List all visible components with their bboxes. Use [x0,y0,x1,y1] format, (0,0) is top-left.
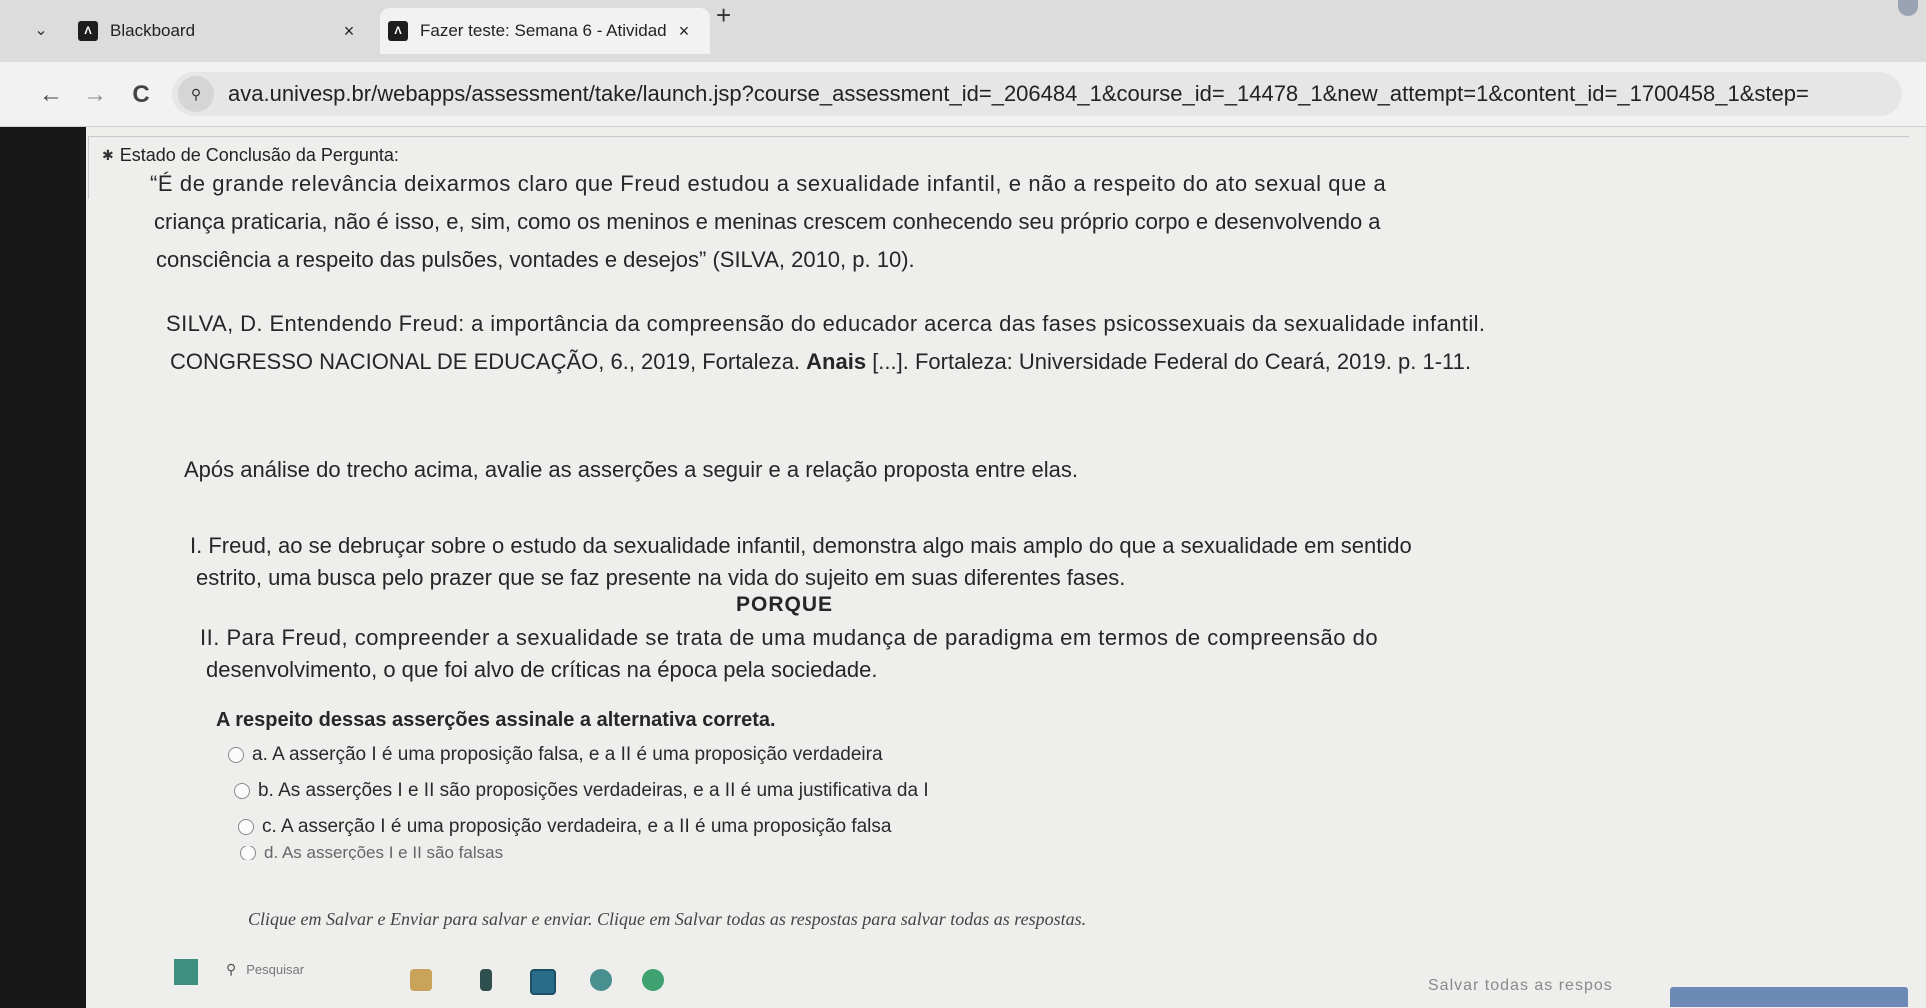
question-status: ✱ Estado de Conclusão da Pergunta: [102,145,399,166]
question-instruction: A respeito dessas asserções assinale a a… [216,709,776,731]
widgets-icon[interactable] [174,959,198,985]
quote-line: “É de grande relevância deixarmos claro … [150,171,1387,196]
search-icon: ⚲ [226,961,237,977]
url-text[interactable]: ava.univesp.br/webapps/assessment/take/l… [228,81,1809,107]
browser-toolbar: ← → C ⚲ ava.univesp.br/webapps/assessmen… [0,62,1926,127]
close-icon[interactable]: × [672,21,696,42]
reference-line: SILVA, D. Entendendo Freud: a importânci… [166,311,1486,336]
assertion-2-line: II. Para Freud, compreender a sexualidad… [200,625,1379,650]
question-intro: Após análise do trecho acima, avalie as … [184,457,1078,482]
taskbar-search[interactable]: ⚲ Pesquisar [226,961,304,978]
answer-option-d[interactable]: d. As asserções I e II são falsas [240,846,503,860]
app-icon[interactable] [642,969,664,991]
tab-fazer-teste[interactable]: Λ Fazer teste: Semana 6 - Atividad × [380,8,710,54]
app-icon[interactable] [530,969,556,995]
reference-text: CONGRESSO NACIONAL DE EDUCAÇÃO, 6., 2019… [170,349,807,374]
assertion-1-line: I. Freud, ao se debruçar sobre o estudo … [190,533,1412,558]
radio-button[interactable] [234,783,250,799]
site-info-icon[interactable]: ⚲ [178,76,214,112]
reference-text: [...]. Fortaleza: Universidade Federal d… [866,349,1471,374]
profile-avatar[interactable] [1898,0,1918,16]
taskbar-search-placeholder: Pesquisar [246,962,305,977]
assertion-2-line: desenvolvimento, o que foi alvo de críti… [206,657,878,682]
quote-line: consciência a respeito das pulsões, vont… [156,247,915,272]
quote-line: criança praticaria, não é isso, e, sim, … [154,209,1381,234]
back-arrow-icon[interactable]: ← [36,80,66,110]
address-bar[interactable]: ⚲ ava.univesp.br/webapps/assessment/take… [172,72,1902,116]
os-taskbar: ⚲ Pesquisar [170,957,1410,1008]
porque-label: PORQUE [736,593,834,616]
app-icon[interactable] [590,969,612,991]
forward-arrow-icon[interactable]: → [80,80,110,110]
app-icon[interactable] [410,969,432,991]
status-label: Estado de Conclusão da Pergunta: [119,145,399,165]
app-icon[interactable] [480,969,492,991]
close-icon[interactable]: × [337,21,361,42]
reload-icon[interactable]: C [126,80,156,110]
option-label: a. A asserção I é uma proposição falsa, … [252,744,883,765]
radio-button[interactable] [228,747,244,763]
tab-blackboard[interactable]: Λ Blackboard × [70,8,375,54]
tab-search-chevron-icon[interactable]: ⌄ [30,20,52,42]
option-label: b. As asserções I e II são proposições v… [258,780,929,801]
reference-bold: Anais [806,349,867,374]
option-label: d. As asserções I e II são falsas [264,846,504,860]
blackboard-logo-icon: Λ [78,21,98,41]
screen-bezel [0,127,86,1008]
save-instructions: Clique em Salvar e Enviar para salvar e … [248,909,1087,929]
option-label: c. A asserção I é uma proposição verdade… [262,816,892,837]
assertion-1-line: estrito, uma busca pelo prazer que se fa… [196,565,1126,590]
radio-button[interactable] [238,819,254,835]
answer-option-b[interactable]: b. As asserções I e II são proposições v… [234,780,929,802]
reference-line: CONGRESSO NACIONAL DE EDUCAÇÃO, 6., 2019… [170,349,1471,375]
browser-tab-bar: ⌄ Λ Blackboard × Λ Fazer teste: Semana 6… [0,0,1926,62]
save-all-answers-button[interactable]: Salvar todas as respos [1428,977,1613,995]
status-star-icon: ✱ [102,147,114,163]
assessment-page: ✱ Estado de Conclusão da Pergunta: “É de… [0,127,1926,1008]
answer-option-c[interactable]: c. A asserção I é uma proposição verdade… [238,816,891,838]
answer-option-a[interactable]: a. A asserção I é uma proposição falsa, … [228,744,883,766]
blackboard-logo-icon: Λ [388,21,408,41]
tab-title: Blackboard [110,21,196,40]
save-and-submit-button[interactable] [1670,987,1908,1007]
new-tab-button[interactable]: + [716,0,731,31]
radio-button[interactable] [240,846,256,860]
tab-title: Fazer teste: Semana 6 - Atividad [420,21,667,40]
